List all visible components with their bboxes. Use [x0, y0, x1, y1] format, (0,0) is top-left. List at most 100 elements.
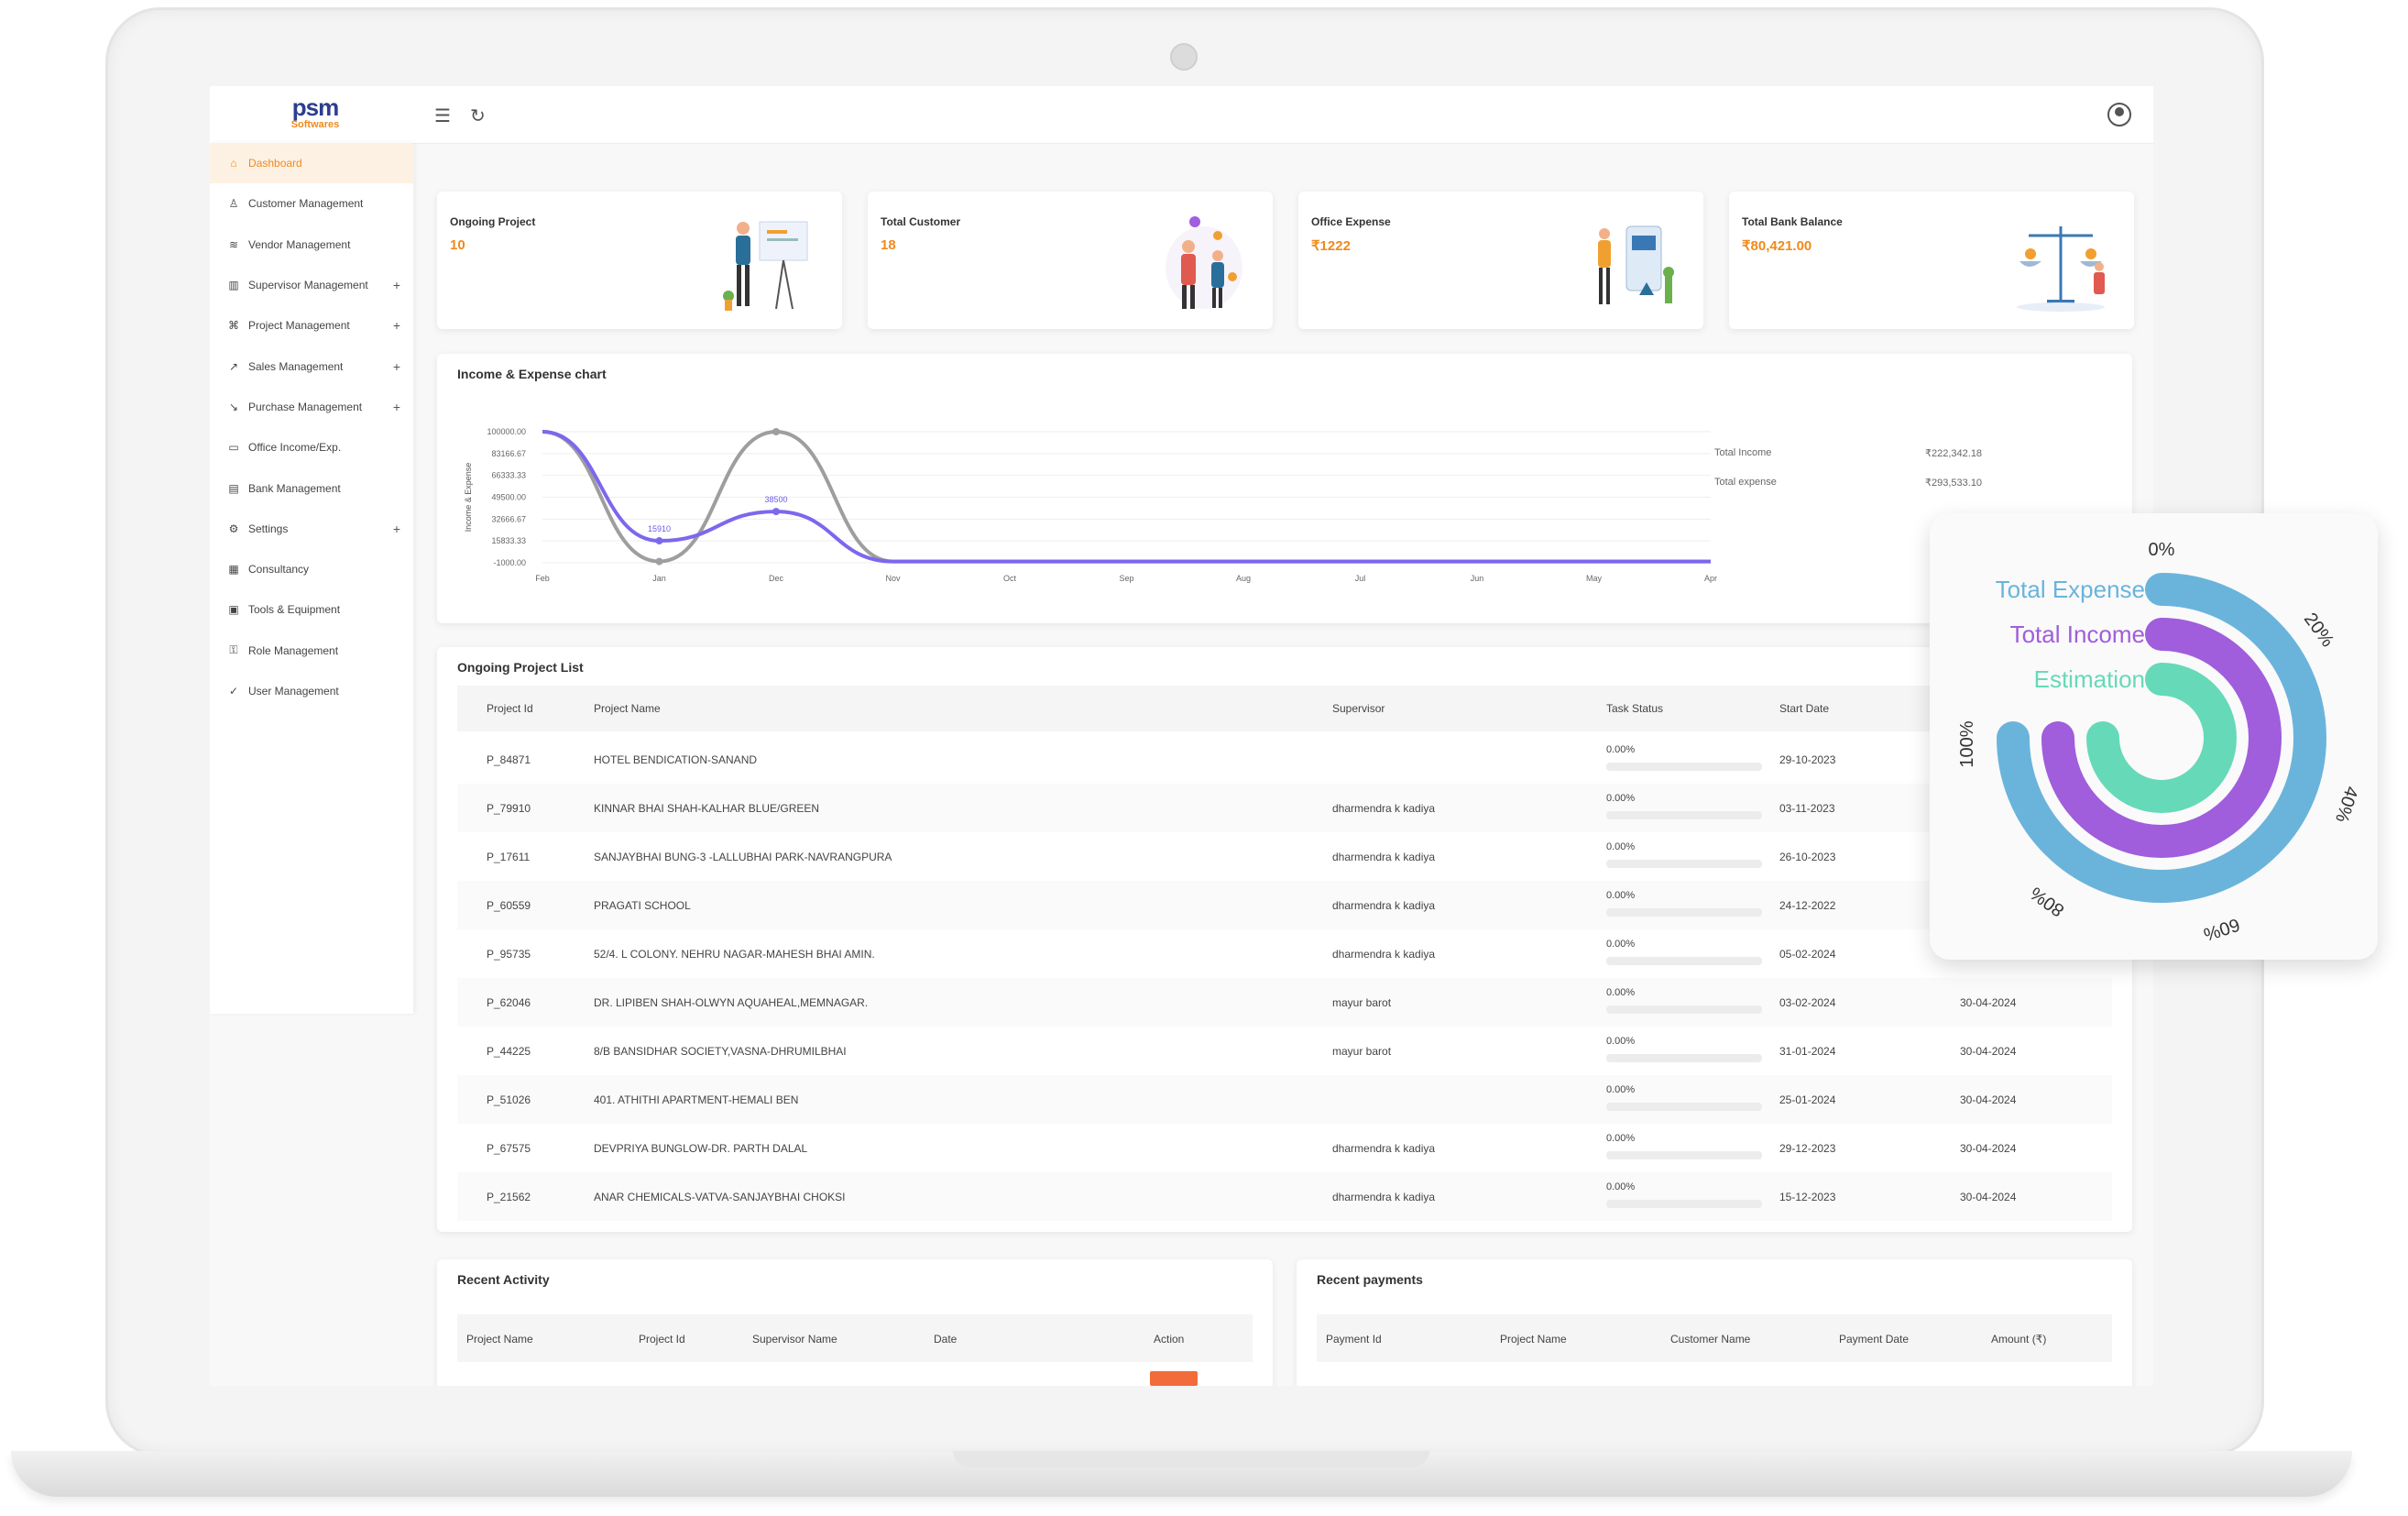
card-total-customer[interactable]: Total Customer 18 [868, 192, 1273, 329]
expand-plus-icon[interactable]: + [393, 359, 400, 374]
start-date-cell: 25-01-2024 [1779, 1093, 1836, 1106]
card-ongoing-project[interactable]: Ongoing Project 10 [437, 192, 842, 329]
table-row[interactable]: P_67575 DEVPRIYA BUNGLOW-DR. PARTH DALAL d… [457, 1124, 2112, 1172]
data-label: 15910 [648, 524, 671, 533]
sidebar-item-label: Settings [248, 522, 289, 535]
bank-icon: ▤ [228, 481, 239, 495]
card-office-expense[interactable]: Office Expense ₹1222 [1298, 192, 1703, 329]
total-income-value: ₹222,342.18 [1925, 448, 1983, 459]
project-table-header: Project Id Project Name Supervisor Task … [457, 686, 2112, 731]
refresh-icon[interactable]: ↻ [470, 104, 486, 127]
col-customer-name[interactable]: Customer Name [1670, 1333, 1750, 1346]
sidebar-item-role-management[interactable]: ⚿ Role Management [210, 631, 413, 671]
tick-label: 60% [2201, 914, 2242, 944]
table-row[interactable]: P_84871 HOTEL BENDICATION-SANAND 29-10-202… [457, 735, 2112, 784]
action-button[interactable] [1150, 1371, 1198, 1386]
ongoing-project-list-panel: Ongoing Project List Project Id Project … [437, 647, 2132, 1232]
scale-illustration-icon [2017, 226, 2105, 312]
table-row[interactable]: P_51026 401. ATHITHI APARTMENT-HEMALI BEN… [457, 1075, 2112, 1124]
col-project-name[interactable]: Project Name [1500, 1333, 1567, 1346]
end-date-cell: 30-04-2024 [1960, 1142, 2017, 1155]
col-amount[interactable]: Amount (₹) [1991, 1333, 2046, 1346]
col-project-id[interactable]: Project Id [487, 702, 533, 715]
table-row[interactable]: P_95735 52/4. L COLONY. NEHRU NAGAR-MAHES… [457, 929, 2112, 978]
project-name-cell: DR. LIPIBEN SHAH-OLWYN AQUAHEAL,MEMNAGAR… [594, 996, 869, 1009]
sidebar-item-supervisor-management[interactable]: ▥ Supervisor Management + [210, 265, 413, 305]
sidebar-item-label: Role Management [248, 643, 339, 657]
sidebar-item-tools-equipment[interactable]: ▣ Tools & Equipment [210, 589, 413, 630]
col-task-status[interactable]: Task Status [1606, 702, 1663, 715]
legend-label: Total Income [2010, 621, 2145, 648]
sidebar-item-vendor-management[interactable]: ≋ Vendor Management [210, 225, 413, 265]
table-row[interactable]: P_44225 8/B BANSIDHAR SOCIETY,VASNA-DHRUM… [457, 1027, 2112, 1075]
expand-plus-icon[interactable]: + [393, 522, 400, 536]
table-row[interactable]: P_79910 KINNAR BHAI SHAH-KALHAR BLUE/GREE… [457, 784, 2112, 832]
user-circle-icon[interactable] [2107, 103, 2131, 126]
sidebar-item-user-management[interactable]: ✓ User Management [210, 671, 413, 711]
user-icon: ♙ [228, 197, 239, 211]
sidebar-item-project-management[interactable]: ⌘ Project Management + [210, 305, 413, 346]
series-line-0 [542, 429, 1711, 564]
start-date-cell: 29-10-2023 [1779, 753, 1836, 766]
col-payment-id[interactable]: Payment Id [1326, 1333, 1382, 1346]
recent-payments-panel: Recent payments Payment Id Project Name … [1297, 1259, 2132, 1386]
sidebar-item-label: Dashboard [248, 157, 302, 170]
expand-plus-icon[interactable]: + [393, 318, 400, 333]
total-expense-label: Total expense [1714, 477, 1777, 488]
project-id-cell: P_21562 [487, 1191, 531, 1203]
start-date-cell: 26-10-2023 [1779, 851, 1836, 863]
sidebar-item-bank-management[interactable]: ▤ Bank Management [210, 467, 413, 508]
app-screen: psm Softwares ☰ ↻ ⌂ Dashboard ♙ Customer Ma… [210, 86, 2153, 1386]
end-date-cell: 30-04-2024 [1960, 996, 2017, 1009]
start-date-cell: 24-12-2022 [1779, 899, 1836, 912]
table-row[interactable]: P_21562 ANAR CHEMICALS-VATVA-SANJAYBHAI C… [457, 1172, 2112, 1221]
project-id-cell: P_62046 [487, 996, 531, 1009]
data-label: 38500 [764, 495, 787, 504]
col-start-date[interactable]: Start Date [1779, 702, 1829, 715]
brand-logo[interactable]: psm Softwares [274, 95, 356, 130]
total-income-label: Total Income [1714, 447, 1772, 458]
project-name-cell: 52/4. L COLONY. NEHRU NAGAR-MAHESH BHAI … [594, 948, 875, 961]
recent-payments-header: Payment Id Project Name Customer Name Pa… [1317, 1314, 2112, 1362]
col-payment-date[interactable]: Payment Date [1839, 1333, 1909, 1346]
task-progress-bar [1606, 957, 1762, 965]
supervisor-cell: dharmendra k kadiya [1332, 802, 1436, 815]
start-date-cell: 15-12-2023 [1779, 1191, 1836, 1203]
table-row[interactable]: P_17611 SANJAYBHAI BUNG-3 -LALLUBHAI PARK… [457, 832, 2112, 881]
start-date-cell: 05-02-2024 [1779, 948, 1836, 961]
col-action[interactable]: Action [1154, 1333, 1184, 1346]
table-row[interactable]: P_60559 PRAGATI SCHOOL dharmendra k kadiya… [457, 881, 2112, 929]
trending-up-icon: ↗ [228, 359, 239, 373]
home-icon: ⌂ [230, 157, 237, 170]
building-icon: ▦ [228, 563, 239, 577]
sidebar-item-consultancy[interactable]: ▦ Consultancy [210, 549, 413, 589]
sidebar-item-sales-management[interactable]: ↗ Sales Management + [210, 346, 413, 386]
sidebar-item-purchase-management[interactable]: ↘ Purchase Management + [210, 387, 413, 427]
sidebar-item-label: Purchase Management [248, 400, 363, 413]
project-id-cell: P_95735 [487, 948, 531, 961]
sidebar-item-office-income-exp[interactable]: ▭ Office Income/Exp. [210, 427, 413, 467]
hamburger-icon[interactable]: ☰ [434, 104, 451, 127]
col-project-id[interactable]: Project Id [639, 1333, 685, 1346]
col-supervisor[interactable]: Supervisor [1332, 702, 1385, 715]
sidebar-item-label: User Management [248, 685, 339, 698]
legend-label: Estimation [2034, 665, 2145, 693]
x-tick-label: Dec [769, 574, 784, 583]
col-project-name[interactable]: Project Name [594, 702, 661, 715]
expand-plus-icon[interactable]: + [393, 400, 400, 414]
expense-illustration-icon [1598, 225, 1674, 304]
table-row[interactable]: P_62046 DR. LIPIBEN SHAH-OLWYN AQUAHEAL,M… [457, 978, 2112, 1027]
x-tick-label: Sep [1119, 574, 1133, 583]
card-label: Ongoing Project [450, 215, 536, 228]
start-date-cell: 03-11-2023 [1779, 802, 1835, 815]
sidebar-item-dashboard[interactable]: ⌂ Dashboard [210, 143, 413, 184]
sidebar-item-settings[interactable]: ⚙ Settings + [210, 509, 413, 549]
card-total-bank-balance[interactable]: Total Bank Balance ₹80,421.00 [1729, 192, 2134, 329]
col-date[interactable]: Date [934, 1333, 957, 1346]
sidebar-item-label: Project Management [248, 319, 350, 333]
col-supervisor-name[interactable]: Supervisor Name [752, 1333, 837, 1346]
task-status-value: 0.00% [1606, 987, 1636, 998]
col-project-name[interactable]: Project Name [466, 1333, 533, 1346]
sidebar-item-customer-management[interactable]: ♙ Customer Management [210, 183, 413, 224]
expand-plus-icon[interactable]: + [393, 278, 400, 292]
